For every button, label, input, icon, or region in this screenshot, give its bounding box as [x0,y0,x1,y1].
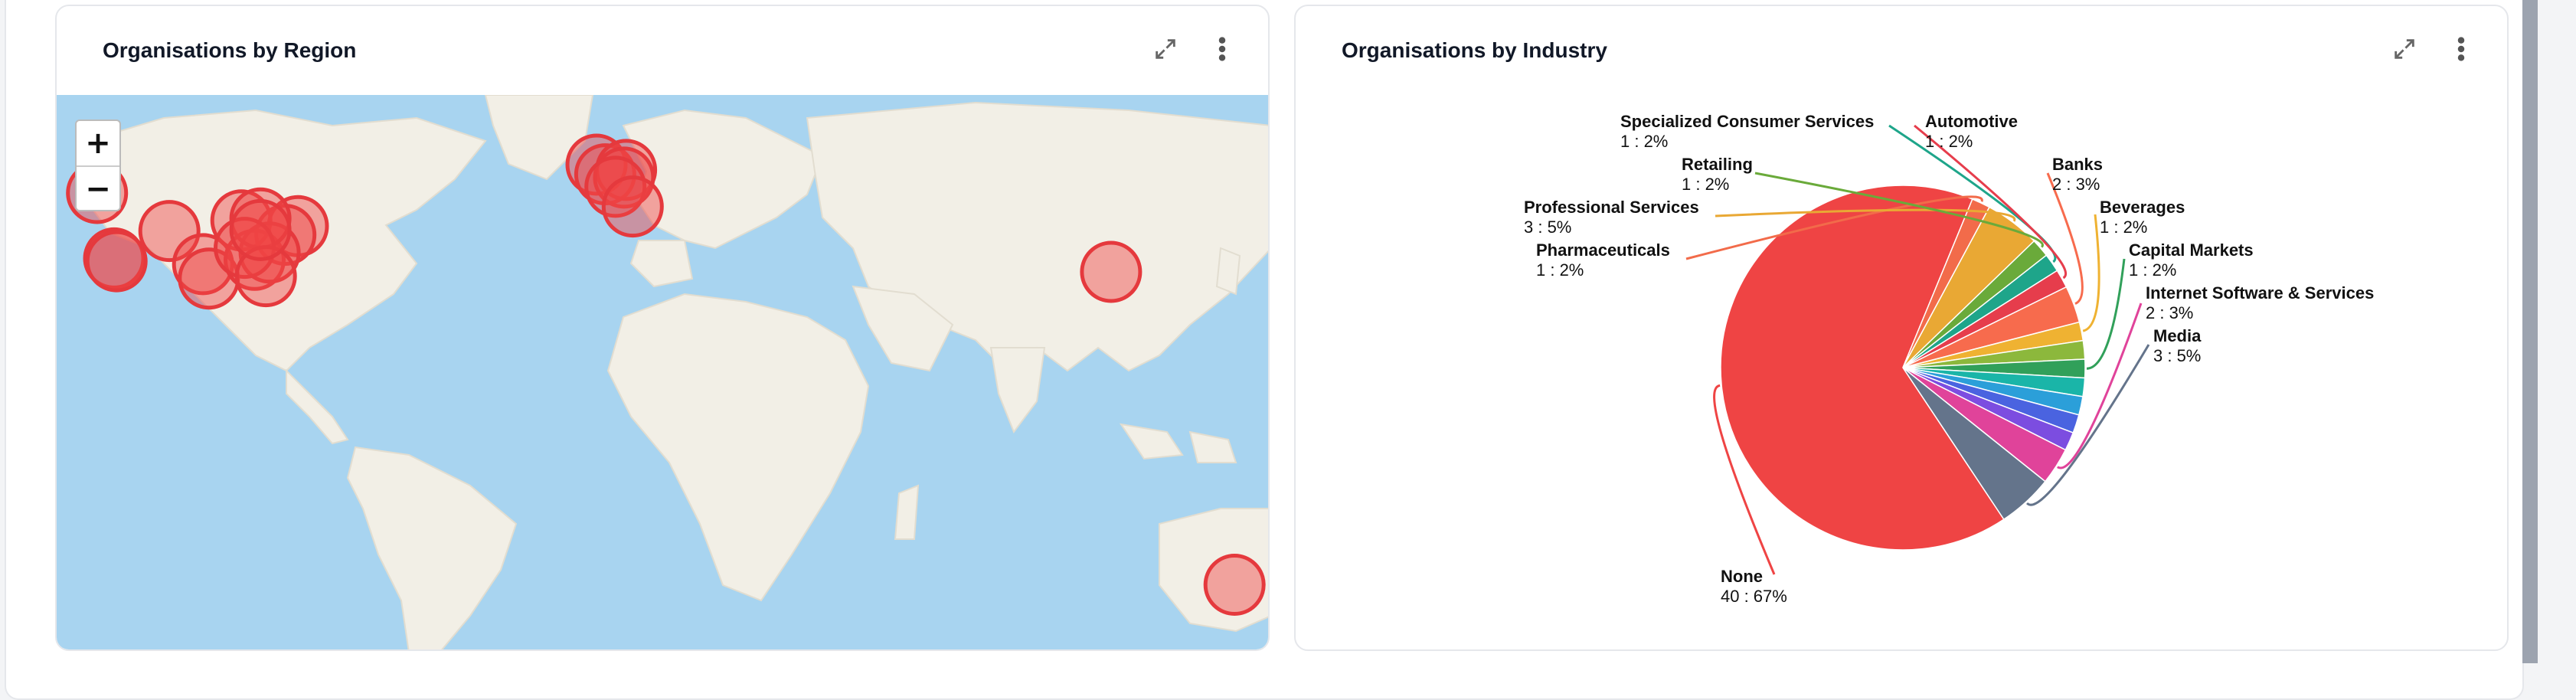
pie-label-value-7: 1 : 2% [2100,218,2147,237]
map-marker-20[interactable] [601,175,664,238]
organisations-by-industry-card: Organisations by Industry None 40 : 67% Ph… [1294,5,2509,651]
pie-label-name-7: Beverages [2100,198,2185,217]
pie-label-name-9: Capital Markets [2129,240,2254,260]
pie-label-value-9: 1 : 2% [2129,260,2176,280]
more-vertical-icon[interactable] [1207,34,1237,64]
map-marker-14[interactable] [229,198,292,261]
pie-label-name-3: Retailing [1682,155,1753,174]
organisations-by-region-card: Organisations by Region + − [55,5,1270,651]
zoom-control: + − [75,119,121,211]
pie-label-name-4: Specialized Consumer Services [1620,112,1874,131]
pie-label-name-5: Automotive [1925,112,2018,131]
pie-label-name-14: Internet Software & Services [2146,283,2374,303]
pie-label-value-3: 1 : 2% [1682,175,1729,194]
industry-pie-chart: None 40 : 67% Pharmaceuticals 1 : 2% Profess… [1296,6,2507,649]
card-title: Organisations by Region [103,38,357,62]
pie-label-name-15: Media [2153,326,2202,345]
pie-label-value-1: 1 : 2% [1536,260,1584,280]
pie-slices [1720,185,2086,551]
pie-label-value-14: 2 : 3% [2146,303,2193,322]
expand-icon[interactable] [1150,34,1181,64]
pie-label-name-0: None [1721,567,1763,586]
page-scrollbar[interactable] [2522,0,2538,663]
pie-svg: None40 : 67%Pharmaceuticals1 : 2%Profess… [1524,112,2374,606]
map-marker-2[interactable] [85,230,148,293]
pie-label-name-1: Pharmaceuticals [1536,240,1670,260]
zoom-in-button[interactable]: + [77,121,119,165]
map-marker-21[interactable] [1080,240,1143,303]
pie-label-value-5: 1 : 2% [1925,132,1973,151]
pie-label-value-6: 2 : 3% [2052,175,2100,194]
pie-label-value-0: 40 : 67% [1721,587,1787,606]
pie-leader-line-9 [2086,258,2126,370]
world-map[interactable] [57,95,1270,651]
pie-label-value-15: 3 : 5% [2153,346,2201,365]
pie-label-name-6: Banks [2052,155,2103,174]
zoom-out-button[interactable]: − [77,165,119,210]
card-actions [1150,34,1237,64]
pie-leader-line-7 [2082,214,2100,332]
pie-label-value-4: 1 : 2% [1620,132,1668,151]
world-map-canvas[interactable] [57,95,1270,651]
map-marker-22[interactable] [1203,554,1266,616]
pie-label-value-2: 3 : 5% [1524,218,1571,237]
pie-label-name-2: Professional Services [1524,198,1699,217]
